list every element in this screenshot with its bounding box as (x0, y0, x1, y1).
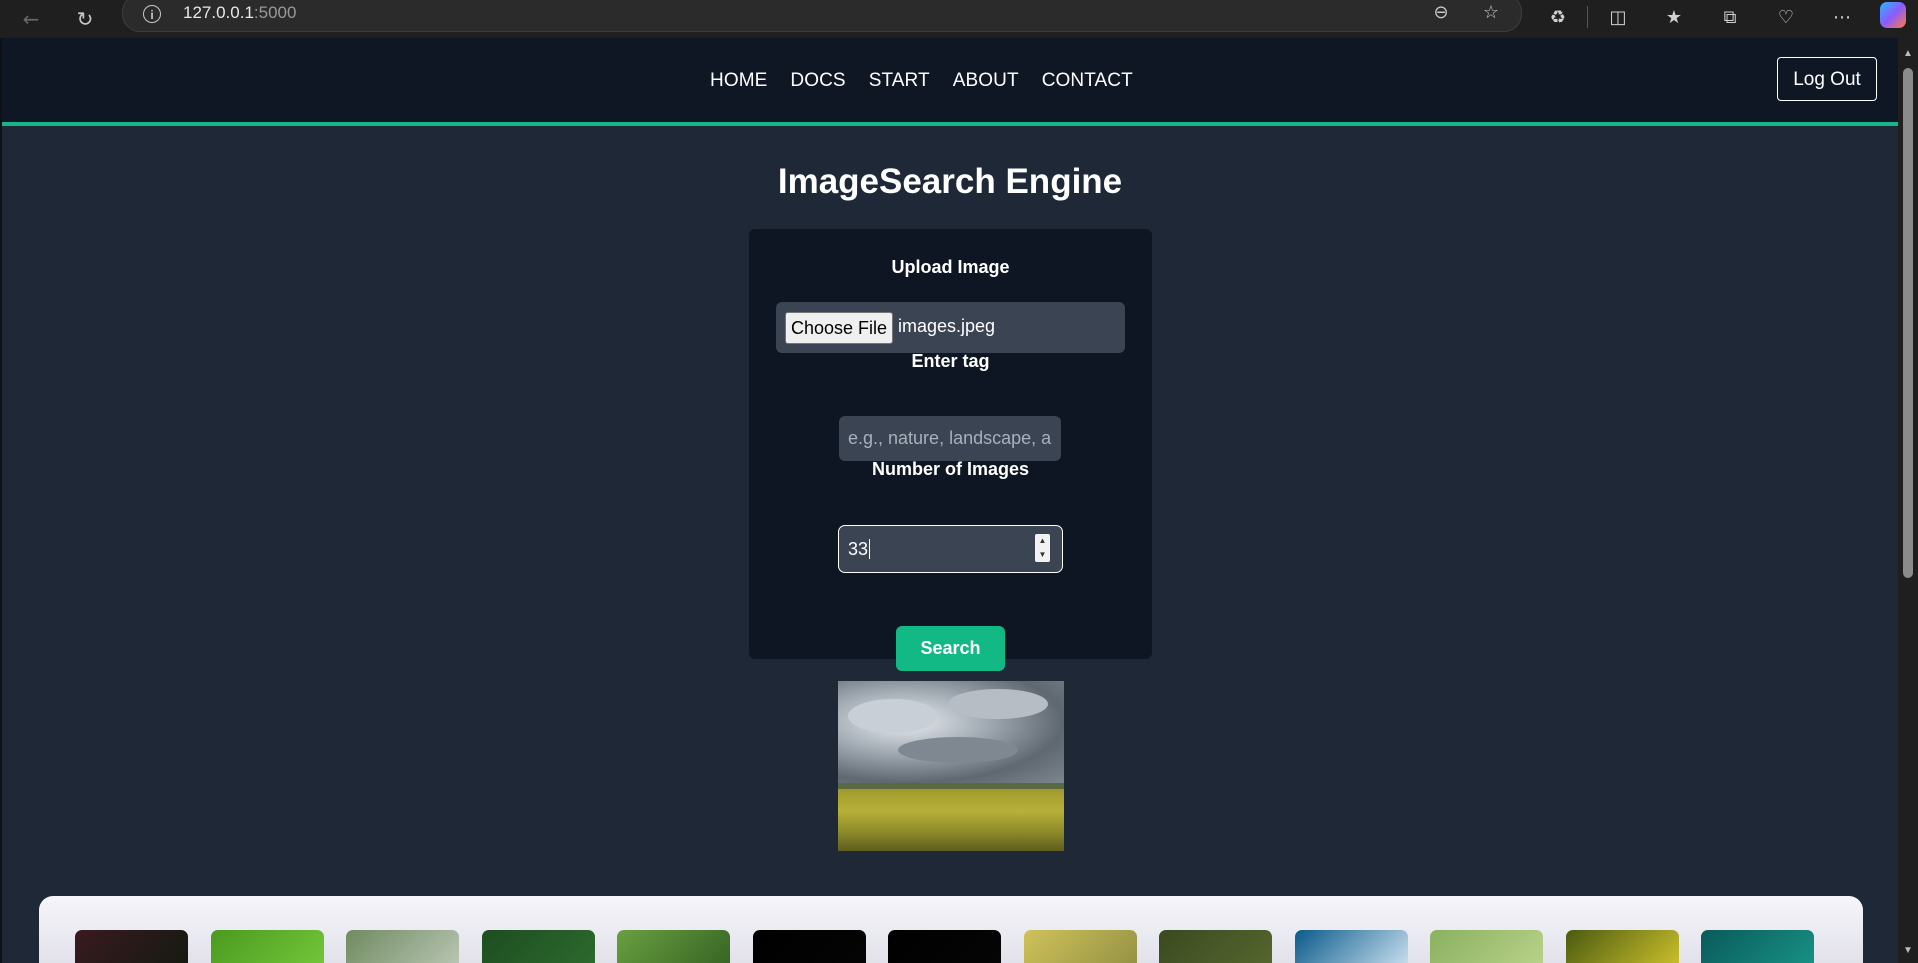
toolbar-divider (1587, 6, 1588, 28)
result-thumbnail[interactable] (1294, 930, 1408, 963)
results-gallery (39, 896, 1863, 963)
main-nav: HOME DOCS START ABOUT CONTACT (710, 70, 1133, 92)
browser-toolbar: ← ↻ i 127.0.0.1:5000 ⊖ ☆ ♻ ◫ ★ ⧉ ♡ ⋯ (0, 0, 1918, 38)
scroll-up-icon[interactable]: ▲ (1902, 48, 1914, 60)
search-form-card: Upload Image Choose File images.jpeg Ent… (749, 229, 1152, 671)
page-viewport: HOME DOCS START ABOUT CONTACT Log Out Im… (0, 38, 1898, 963)
site-header: HOME DOCS START ABOUT CONTACT Log Out (2, 38, 1898, 126)
result-thumbnail[interactable] (210, 930, 324, 963)
scrollbar-thumb[interactable] (1903, 68, 1913, 578)
result-thumbnail[interactable] (75, 930, 188, 963)
count-label: Number of Images (871, 459, 1030, 479)
selected-file-name: images.jpeg (898, 316, 996, 336)
image-count-value: 33 (848, 539, 871, 560)
favorites-icon[interactable]: ★ (1660, 4, 1688, 32)
back-icon[interactable]: ← (18, 6, 44, 32)
image-count-text: 33 (848, 539, 869, 559)
text-caret (869, 539, 871, 559)
uploaded-image-preview (838, 681, 1064, 851)
count-stepper[interactable]: ▲ ▼ (1035, 534, 1050, 562)
browser-essentials-icon[interactable]: ♡ (1772, 4, 1800, 32)
copilot-icon[interactable] (1880, 2, 1906, 28)
nav-docs[interactable]: DOCS (790, 70, 845, 92)
result-thumbnail[interactable] (1565, 930, 1679, 963)
result-thumbnail[interactable] (1159, 930, 1272, 963)
upload-label: Upload Image (891, 257, 1010, 277)
collections-icon[interactable]: ⧉ (1716, 4, 1744, 32)
info-icon[interactable]: i (143, 5, 161, 23)
page-scrollbar[interactable]: ▲ ▼ (1898, 38, 1918, 963)
file-input[interactable]: Choose File images.jpeg (776, 302, 1125, 353)
preview-field (838, 789, 1064, 851)
stepper-down-icon[interactable]: ▼ (1035, 548, 1050, 562)
result-thumbnail[interactable] (752, 930, 866, 963)
tag-input[interactable] (839, 416, 1061, 461)
result-thumbnail[interactable] (346, 930, 459, 963)
scroll-down-icon[interactable]: ▼ (1902, 945, 1914, 957)
search-button[interactable]: Search (896, 626, 1005, 671)
logout-button[interactable]: Log Out (1777, 57, 1877, 101)
favorite-star-icon[interactable]: ☆ (1479, 1, 1503, 25)
nav-about[interactable]: ABOUT (953, 70, 1019, 92)
url-port: :5000 (253, 3, 297, 22)
image-count-input[interactable]: 33 ▲ ▼ (838, 525, 1063, 573)
nav-start[interactable]: START (869, 70, 930, 92)
nav-contact[interactable]: CONTACT (1042, 70, 1133, 92)
extensions-icon[interactable]: ♻ (1544, 4, 1572, 32)
reload-icon[interactable]: ↻ (72, 6, 98, 32)
nav-home[interactable]: HOME (710, 70, 767, 92)
result-thumbnail[interactable] (481, 930, 595, 963)
stepper-up-icon[interactable]: ▲ (1035, 534, 1050, 548)
tag-label: Enter tag (911, 351, 990, 371)
preview-cloud (948, 689, 1048, 719)
zoom-out-icon[interactable]: ⊖ (1429, 1, 1453, 25)
split-screen-icon[interactable]: ◫ (1604, 4, 1632, 32)
preview-cloud (848, 699, 938, 733)
result-thumbnail[interactable] (1701, 930, 1814, 963)
url-host: 127.0.0.1 (183, 3, 254, 22)
more-icon[interactable]: ⋯ (1828, 4, 1856, 32)
result-thumbnail[interactable] (888, 930, 1001, 963)
result-thumbnail[interactable] (1430, 930, 1543, 963)
url-text[interactable]: 127.0.0.1:5000 (183, 3, 296, 23)
choose-file-button[interactable]: Choose File (785, 312, 893, 344)
address-bar[interactable]: i 127.0.0.1:5000 ⊖ ☆ (122, 0, 1522, 32)
result-thumbnail[interactable] (617, 930, 730, 963)
preview-cloud (898, 737, 1018, 763)
page-title: ImageSearch Engine (777, 162, 1123, 201)
result-thumbnail[interactable] (1023, 930, 1137, 963)
